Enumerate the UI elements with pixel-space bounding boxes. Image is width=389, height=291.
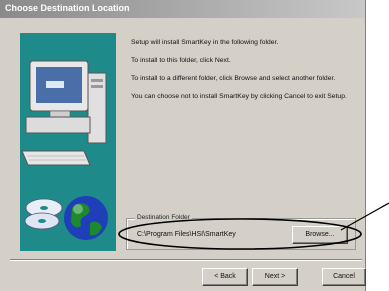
annotation-overlay bbox=[118, 202, 389, 250]
callout-line bbox=[340, 202, 389, 231]
highlight-ellipse bbox=[118, 218, 362, 250]
